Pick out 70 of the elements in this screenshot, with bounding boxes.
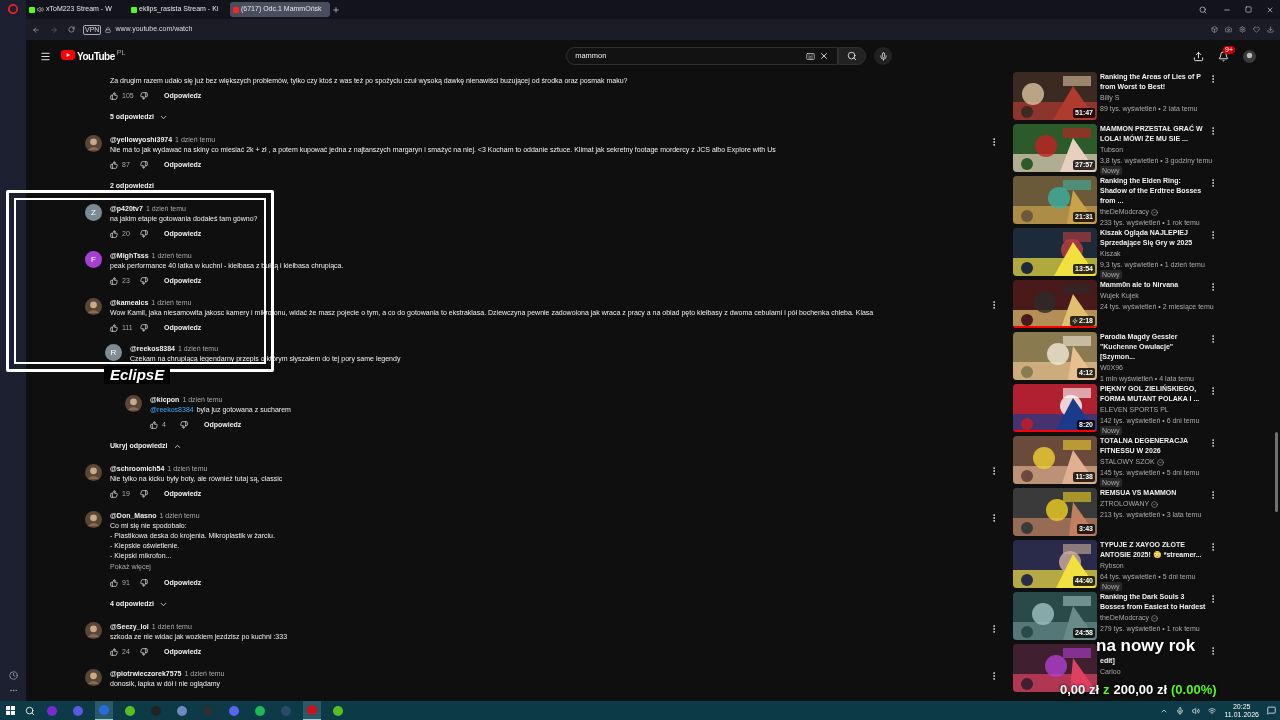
avatar: R <box>105 344 122 361</box>
new-tab-icon[interactable] <box>332 5 340 14</box>
dislike-icon[interactable] <box>140 324 148 332</box>
goal-title: na nowy rok <box>1096 636 1196 656</box>
browser-logo-icon[interactable] <box>8 4 18 14</box>
keyboard-icon[interactable] <box>806 51 816 61</box>
voice-search-button[interactable] <box>874 47 893 65</box>
tab-favicon <box>233 6 239 13</box>
goal-percent: (0.00%) <box>1171 681 1217 699</box>
maximize-icon[interactable] <box>1245 6 1252 13</box>
camera-icon[interactable] <box>1225 26 1232 33</box>
mic-icon <box>878 51 888 61</box>
avatar <box>125 395 142 412</box>
like-icon[interactable] <box>110 277 118 285</box>
close-icon[interactable] <box>1266 5 1274 14</box>
like-icon[interactable] <box>110 490 118 498</box>
dislike-icon[interactable] <box>140 579 148 587</box>
windows-start-icon[interactable] <box>6 706 15 715</box>
dislike-icon[interactable] <box>140 92 148 100</box>
more-icon[interactable] <box>8 686 18 695</box>
clear-icon[interactable] <box>819 51 830 61</box>
avatar <box>85 669 102 686</box>
dislike-icon[interactable] <box>140 490 148 498</box>
history-icon[interactable] <box>8 671 18 680</box>
like-icon[interactable] <box>110 648 118 656</box>
download-icon[interactable] <box>1267 26 1274 33</box>
overlay-label: EclipsE <box>104 366 171 384</box>
dislike-icon[interactable] <box>180 421 188 429</box>
menu-icon[interactable] <box>40 50 51 62</box>
back-icon[interactable] <box>32 25 40 34</box>
mic-icon[interactable] <box>1176 706 1185 715</box>
like-icon[interactable] <box>110 579 118 587</box>
avatar: F <box>85 251 102 268</box>
youtube-wordmark[interactable]: YouTube <box>77 48 115 64</box>
goal-separator: z <box>1103 681 1110 699</box>
dislike-icon[interactable] <box>140 277 148 285</box>
avatar <box>85 511 102 528</box>
dislike-icon[interactable] <box>140 648 148 656</box>
network-icon[interactable] <box>1208 706 1217 715</box>
dislike-icon[interactable] <box>140 161 148 169</box>
search-icon[interactable] <box>1199 5 1207 14</box>
app-icon[interactable] <box>303 701 321 720</box>
like-icon[interactable] <box>110 92 118 100</box>
like-icon[interactable] <box>110 324 118 332</box>
heart-icon[interactable] <box>1253 26 1260 33</box>
like-icon[interactable] <box>110 161 118 169</box>
app-icon[interactable] <box>95 701 113 720</box>
notifications-icon[interactable] <box>1267 706 1276 715</box>
search-icon <box>847 51 858 61</box>
youtube-logo-icon[interactable] <box>61 49 75 60</box>
avatar[interactable] <box>1243 49 1256 63</box>
bell-icon[interactable] <box>1218 50 1229 62</box>
speaker-icon[interactable] <box>1192 706 1201 715</box>
like-icon[interactable] <box>150 421 158 429</box>
avatar: Z <box>85 204 102 221</box>
avatar <box>85 298 102 315</box>
search-icon[interactable] <box>25 705 35 716</box>
dislike-icon[interactable] <box>140 230 148 238</box>
goal-target: 200,00 zł <box>1113 681 1168 699</box>
tab-favicon <box>29 6 35 13</box>
reload-icon[interactable] <box>68 26 75 33</box>
avatar <box>85 622 102 639</box>
avatar <box>85 464 102 481</box>
avatar <box>85 135 102 152</box>
tab-favicon <box>131 6 137 13</box>
like-icon[interactable] <box>110 230 118 238</box>
upload-icon[interactable] <box>1193 50 1204 62</box>
search-button[interactable] <box>838 47 867 65</box>
scrollbar-thumb[interactable] <box>1275 432 1278 512</box>
lock-icon <box>105 26 112 33</box>
